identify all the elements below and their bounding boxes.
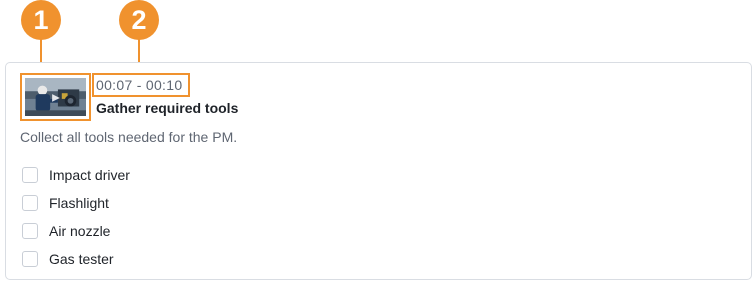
checklist-item-label: Air nozzle	[49, 223, 111, 239]
checklist-item-label: Flashlight	[49, 195, 109, 211]
step-title: Gather required tools	[96, 100, 239, 116]
checkbox-unchecked[interactable]	[22, 167, 38, 183]
step-description: Collect all tools needed for the PM.	[20, 129, 238, 145]
time-range[interactable]: 00:07 - 00:10	[96, 77, 182, 93]
checklist-item[interactable]: Flashlight	[22, 189, 130, 217]
checklist-item-label: Gas tester	[49, 251, 114, 267]
checkbox-unchecked[interactable]	[22, 195, 38, 211]
checklist-item[interactable]: Air nozzle	[22, 217, 130, 245]
checkbox-unchecked[interactable]	[22, 223, 38, 239]
checklist-item[interactable]: Impact driver	[22, 161, 130, 189]
checklist-item-label: Impact driver	[49, 167, 130, 183]
video-thumbnail[interactable]	[25, 78, 86, 116]
annotated-screenshot: 1 2 00:07 - 00:10 Gather required tools	[0, 0, 756, 284]
checkbox-unchecked[interactable]	[22, 251, 38, 267]
checklist-item[interactable]: Gas tester	[22, 245, 130, 273]
thumbnail-highlight	[20, 73, 91, 121]
tool-checklist: Impact driver Flashlight Air nozzle Gas …	[22, 161, 130, 273]
step-card: 00:07 - 00:10 Gather required tools Coll…	[5, 62, 752, 280]
callout-marker-1: 1	[21, 0, 61, 40]
callout-marker-2: 2	[119, 0, 159, 40]
